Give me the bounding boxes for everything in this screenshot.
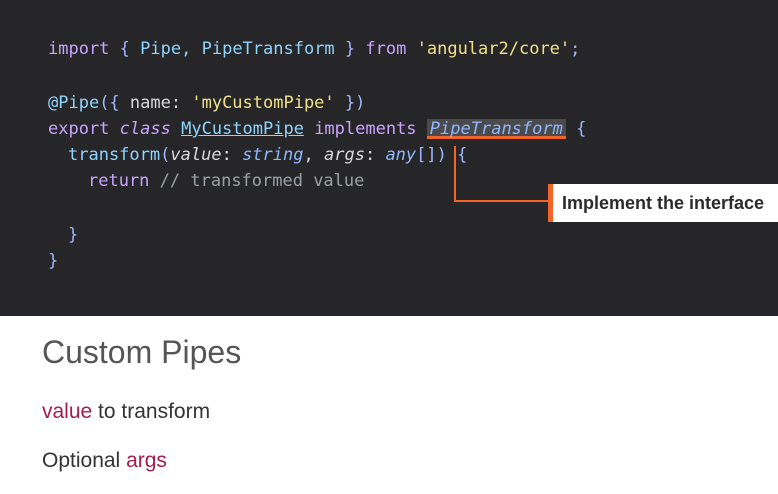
bullet-value-highlight: value bbox=[42, 400, 93, 423]
bullet-args: Optional args bbox=[42, 449, 167, 473]
slide-title: Custom Pipes bbox=[42, 334, 242, 370]
code-brace: { bbox=[119, 39, 130, 59]
callout-connector-vertical bbox=[454, 146, 456, 202]
code-semicolon: ; bbox=[570, 39, 581, 59]
bullet-value: value to transform bbox=[42, 400, 210, 424]
code-comma: , bbox=[303, 145, 314, 165]
callout-label: Implement the interface bbox=[562, 192, 765, 213]
code-implements-keyword: implements bbox=[314, 119, 417, 139]
code-import-pipetransform: PipeTransform bbox=[201, 39, 335, 59]
callout-connector-horizontal bbox=[454, 200, 549, 202]
code-brace: { bbox=[576, 119, 587, 139]
code-import-pipe: Pipe, bbox=[140, 39, 192, 59]
code-type-string: string bbox=[242, 145, 304, 165]
code-line-class: export class MyCustomPipe implements Pip… bbox=[48, 116, 586, 142]
code-from-keyword: from bbox=[365, 39, 407, 59]
code-param-args: args bbox=[323, 145, 365, 165]
code-paren: ({ bbox=[99, 93, 120, 113]
code-method-name: transform bbox=[68, 145, 161, 165]
code-line-close-method: } bbox=[68, 222, 78, 248]
code-export-keyword: export bbox=[48, 119, 110, 139]
code-line-decorator: @Pipe({ name: 'myCustomPipe' }) bbox=[48, 90, 365, 116]
code-line-return: return // transformed value bbox=[88, 168, 364, 194]
code-line-transform: transform(value: string, args: any[]) { bbox=[68, 142, 467, 168]
code-module-string: 'angular2/core' bbox=[416, 39, 571, 59]
code-paren: ( bbox=[160, 145, 171, 165]
code-interface-highlight: PipeTransform bbox=[426, 119, 566, 139]
bullet-args-text: Optional bbox=[42, 449, 121, 472]
code-brace: } bbox=[48, 251, 59, 271]
code-line-close-class: } bbox=[48, 248, 58, 274]
code-class-name: MyCustomPipe bbox=[181, 119, 304, 139]
code-comment: // transformed value bbox=[159, 171, 365, 191]
code-paren: }) bbox=[344, 93, 366, 113]
code-import-keyword: import bbox=[48, 39, 110, 59]
code-name-key: name: bbox=[129, 93, 182, 113]
code-name-value: 'myCustomPipe' bbox=[191, 93, 335, 113]
code-line-import: import { Pipe, PipeTransform } from 'ang… bbox=[48, 36, 580, 62]
code-panel: import { Pipe, PipeTransform } from 'ang… bbox=[0, 0, 778, 316]
bullet-value-text: to transform bbox=[98, 400, 211, 423]
code-paren: []) { bbox=[416, 145, 468, 165]
code-return-keyword: return bbox=[88, 171, 150, 191]
bullet-args-highlight: args bbox=[126, 449, 167, 472]
code-brace: } bbox=[344, 39, 356, 59]
code-brace: } bbox=[68, 225, 79, 245]
code-type-any: any bbox=[385, 145, 417, 165]
code-param-value: value bbox=[170, 145, 222, 165]
code-colon: : bbox=[221, 145, 232, 165]
callout-box: Implement the interface bbox=[548, 184, 778, 222]
code-class-keyword: class bbox=[119, 119, 171, 139]
code-decorator: @Pipe bbox=[48, 93, 100, 113]
code-colon: : bbox=[364, 145, 376, 165]
